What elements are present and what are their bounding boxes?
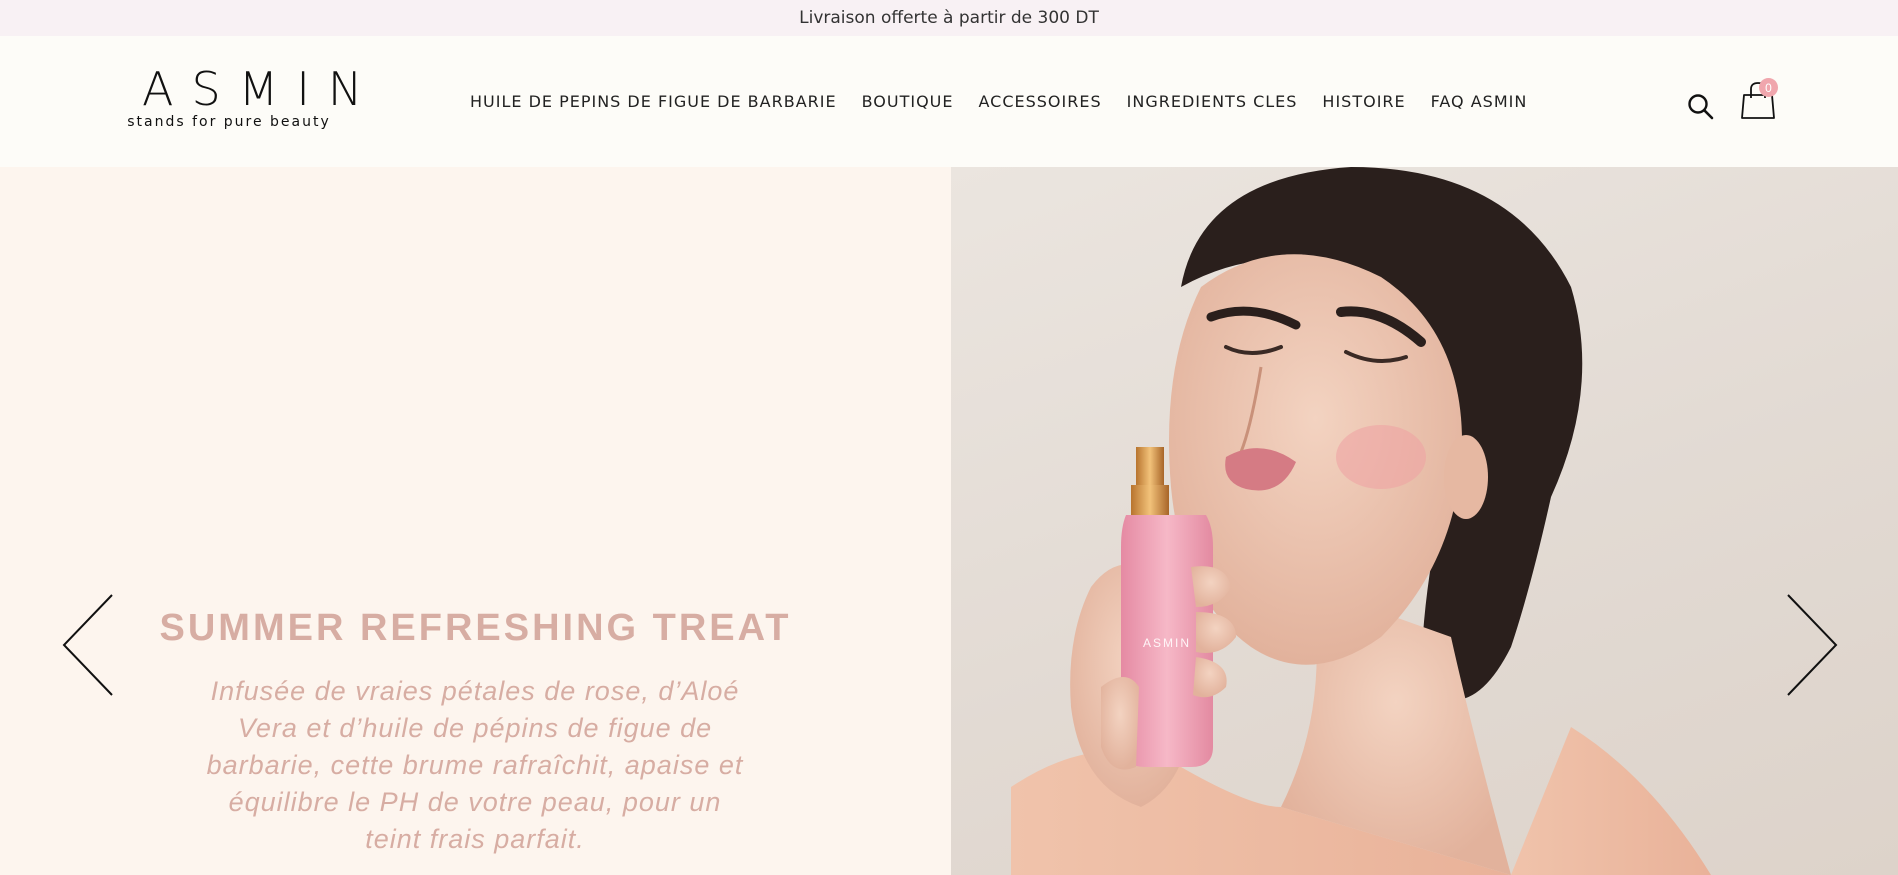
nav-link-huile[interactable]: HUILE DE PEPINS DE FIGUE DE BARBARIE	[470, 92, 837, 111]
announcement-bar: Livraison offerte à partir de 300 DT	[0, 0, 1898, 36]
slider-prev-button[interactable]	[60, 593, 120, 697]
search-icon	[1688, 94, 1714, 120]
nav-link-accessoires[interactable]: ACCESSOIRES	[979, 92, 1102, 111]
cart-button[interactable]: 0	[1740, 78, 1780, 122]
model-with-bottle-illustration: ASMIN	[1011, 167, 1711, 875]
logo[interactable]: ASMIN stands for pure beauty	[124, 62, 381, 130]
logo-tagline: stands for pure beauty	[127, 114, 331, 130]
cart-count-badge: 0	[1759, 78, 1778, 97]
nav-link-faq[interactable]: FAQ ASMIN	[1431, 92, 1528, 111]
chevron-right-icon	[1787, 594, 1838, 696]
nav-link-histoire[interactable]: HISTOIRE	[1322, 92, 1405, 111]
nav-link-ingredients[interactable]: INGREDIENTS CLES	[1127, 92, 1298, 111]
slider-next-button[interactable]	[1780, 593, 1840, 697]
bottle-label: ASMIN	[1143, 636, 1191, 650]
search-button[interactable]	[1686, 92, 1716, 122]
chevron-left-icon	[62, 594, 113, 696]
nav-link-boutique[interactable]: BOUTIQUE	[862, 92, 954, 111]
site-header: ASMIN stands for pure beauty HUILE DE PE…	[0, 36, 1898, 167]
hero-text-panel: SUMMER REFRESHING TREAT Infusée de vraie…	[0, 167, 951, 875]
hero-image: ASMIN	[951, 167, 1898, 875]
main-nav: HUILE DE PEPINS DE FIGUE DE BARBARIE BOU…	[470, 36, 1552, 167]
logo-wordmark: ASMIN	[142, 62, 381, 116]
announcement-text: Livraison offerte à partir de 300 DT	[799, 8, 1099, 28]
slide-title: SUMMER REFRESHING TREAT	[159, 607, 792, 649]
slide-description: Infusée de vraies pétales de rose, d’Alo…	[206, 676, 744, 854]
hero-slider: SUMMER REFRESHING TREAT Infusée de vraie…	[0, 167, 1898, 875]
